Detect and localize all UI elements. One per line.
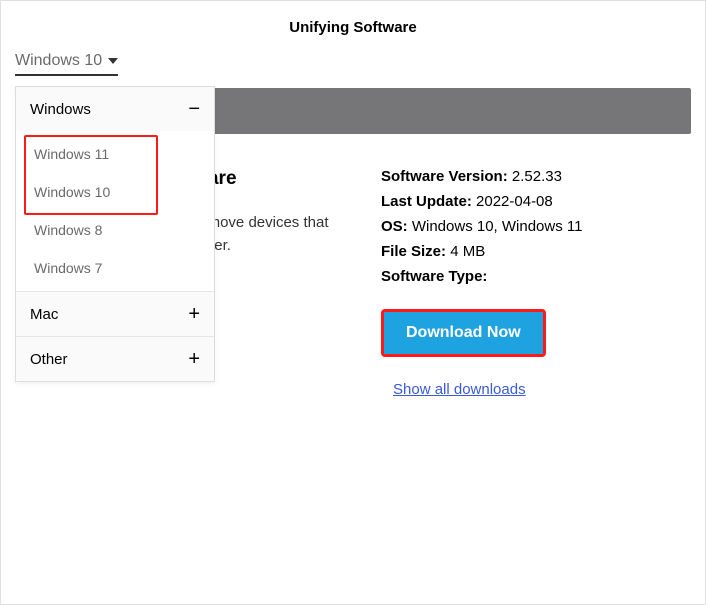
os-group-label: Mac	[30, 306, 58, 323]
download-button[interactable]: Download Now	[384, 312, 543, 354]
meta-file-size-value: 4 MB	[450, 243, 485, 260]
meta-os-value: Windows 10, Windows 11	[412, 218, 583, 235]
chevron-down-icon	[108, 58, 118, 64]
os-option-windows-10[interactable]: Windows 10	[24, 173, 206, 211]
minus-icon: −	[188, 99, 200, 119]
meta-last-update-label: Last Update:	[381, 193, 472, 210]
os-group-label: Other	[30, 351, 68, 368]
meta-version-label: Software Version:	[381, 168, 508, 185]
page-title: Unifying Software	[1, 1, 705, 48]
meta-file-size: File Size: 4 MB	[381, 243, 641, 260]
os-option-windows-7[interactable]: Windows 7	[24, 249, 206, 287]
meta-software-type-label: Software Type:	[381, 268, 487, 285]
show-all-downloads-link[interactable]: Show all downloads	[393, 381, 526, 398]
os-option-windows-11[interactable]: Windows 11	[24, 135, 206, 173]
os-sublist-windows: Windows 11 Windows 10 Windows 8 Windows …	[16, 131, 214, 291]
os-selector-label: Windows 10	[15, 52, 102, 70]
os-group-other[interactable]: Other +	[16, 336, 214, 381]
plus-icon: +	[188, 349, 200, 369]
meta-software-type: Software Type:	[381, 268, 641, 285]
os-group-mac[interactable]: Mac +	[16, 291, 214, 336]
os-panel: Windows − Windows 11 Windows 10 Windows …	[15, 86, 215, 382]
os-group-label: Windows	[30, 101, 91, 118]
meta-os: OS: Windows 10, Windows 11	[381, 218, 641, 235]
meta-last-update: Last Update: 2022-04-08	[381, 193, 641, 210]
os-group-windows[interactable]: Windows −	[16, 87, 214, 131]
download-highlight: Download Now	[381, 309, 546, 357]
os-option-windows-8[interactable]: Windows 8	[24, 211, 206, 249]
os-selector[interactable]: Windows 10	[15, 48, 118, 76]
meta-last-update-value: 2022-04-08	[476, 193, 553, 210]
meta-os-label: OS:	[381, 218, 408, 235]
meta-version: Software Version: 2.52.33	[381, 168, 641, 185]
meta-file-size-label: File Size:	[381, 243, 446, 260]
meta-version-value: 2.52.33	[512, 168, 562, 185]
plus-icon: +	[188, 304, 200, 324]
